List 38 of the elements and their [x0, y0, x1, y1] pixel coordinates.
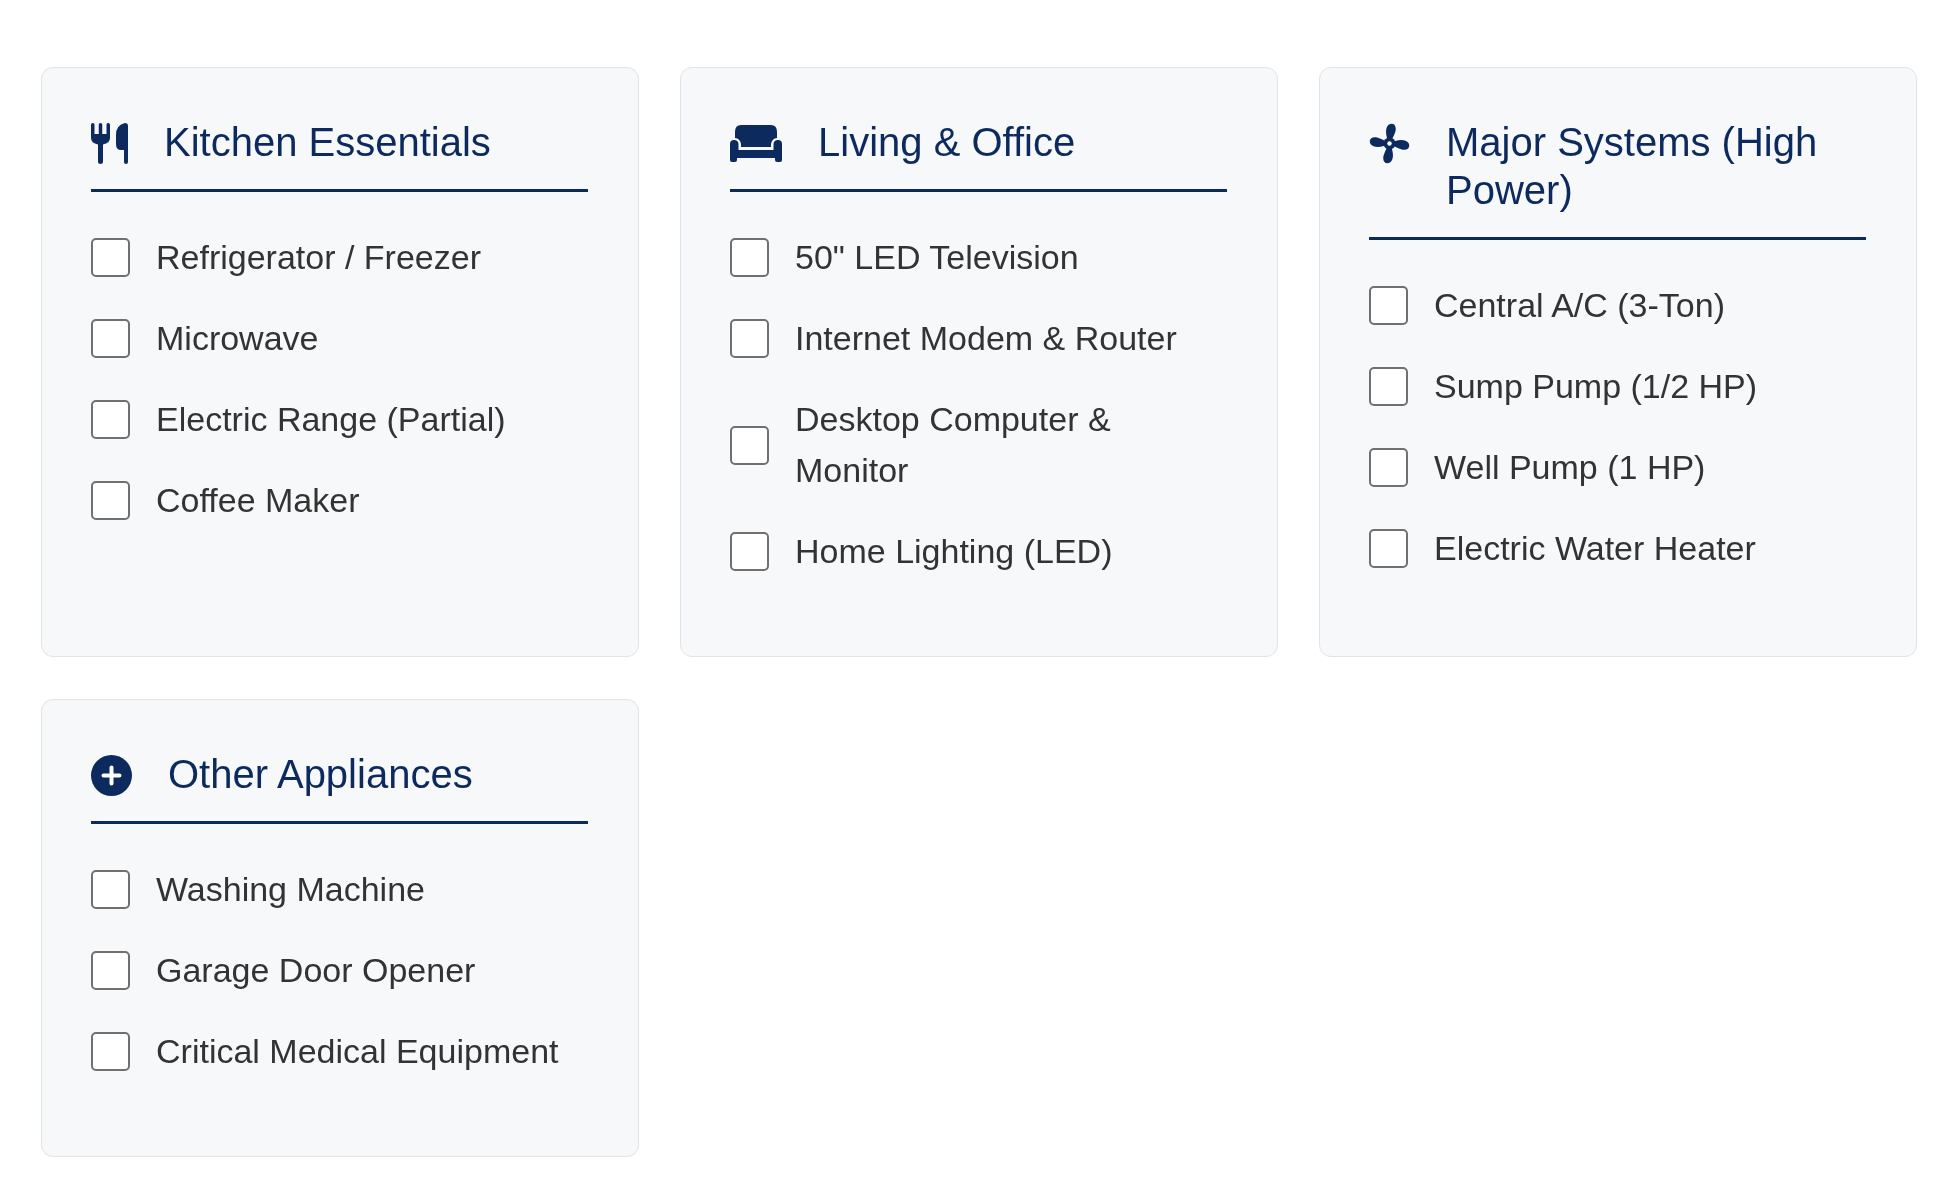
item-label: Internet Modem & Router — [795, 318, 1177, 359]
card-title: Other Appliances — [168, 751, 474, 798]
item-label: Microwave — [156, 318, 319, 359]
checkbox[interactable] — [1369, 367, 1408, 406]
item-label: Central A/C (3-Ton) — [1434, 285, 1725, 326]
checkbox[interactable] — [730, 238, 769, 277]
item-label: Refrigerator / Freezer — [156, 237, 481, 278]
item-label: Critical Medical Equipment — [156, 1031, 559, 1072]
checkbox[interactable] — [1369, 529, 1408, 568]
checkbox[interactable] — [91, 238, 130, 277]
card-title: Major Systems (High Power) — [1446, 119, 1819, 214]
checkbox[interactable] — [91, 870, 130, 909]
item-label: Well Pump (1 HP) — [1434, 447, 1706, 488]
item-label: Sump Pump (1/2 HP) — [1434, 366, 1758, 407]
item-label: Coffee Maker — [156, 480, 360, 521]
item-label: Desktop Computer & Monitor — [795, 399, 1112, 491]
item-label: Garage Door Opener — [156, 950, 476, 991]
checkbox[interactable] — [730, 319, 769, 358]
checkbox[interactable] — [1369, 448, 1408, 487]
fan-icon — [1369, 123, 1410, 164]
item-label: Electric Range (Partial) — [156, 399, 506, 440]
fork-knife-icon — [91, 123, 128, 164]
checkbox[interactable] — [730, 532, 769, 571]
checkbox[interactable] — [91, 1032, 130, 1071]
item-label: Home Lighting (LED) — [795, 531, 1113, 572]
item-label: Washing Machine — [156, 869, 425, 910]
card-title: Kitchen Essentials — [164, 119, 492, 166]
item-label: 50" LED Television — [795, 237, 1079, 278]
plus-circle-icon — [91, 755, 132, 796]
checkbox[interactable] — [91, 481, 130, 520]
card-title: Living & Office — [818, 119, 1077, 166]
sofa-icon — [730, 125, 782, 162]
checkbox[interactable] — [1369, 286, 1408, 325]
checkbox[interactable] — [91, 951, 130, 990]
checkbox[interactable] — [91, 400, 130, 439]
checkbox[interactable] — [730, 425, 769, 465]
item-label: Electric Water Heater — [1434, 528, 1756, 569]
checkbox[interactable] — [91, 319, 130, 358]
